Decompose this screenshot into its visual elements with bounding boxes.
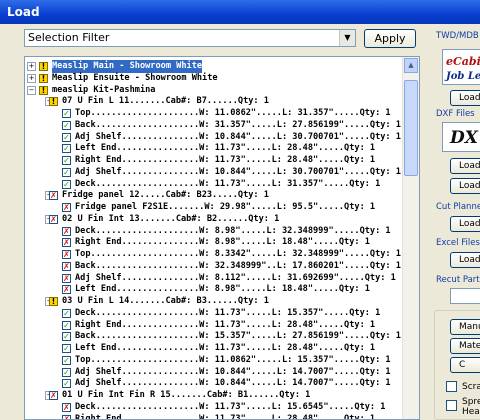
check-icon[interactable]: ✓ (62, 379, 71, 389)
check-icon[interactable]: ✓ (62, 156, 71, 165)
error-x-icon[interactable]: ✗ (62, 261, 71, 271)
error-x-icon[interactable]: ✗ (62, 273, 71, 283)
error-x-icon[interactable]: ✗ (62, 285, 71, 295)
excel-files-label: Excel Files (436, 238, 480, 248)
error-x-icon[interactable]: ✗ (49, 391, 58, 400)
check-icon[interactable]: ✓ (62, 344, 71, 353)
check-icon[interactable]: ✓ (62, 332, 71, 342)
tree-node[interactable]: ✗ Right End...............W: 11.73".....L… (25, 413, 403, 420)
ecabinet-logo-text: eCabin (446, 55, 480, 68)
load-excel-button[interactable]: Load (450, 252, 480, 268)
recut-part-label: Recut Part (436, 275, 480, 285)
check-icon[interactable]: ✓ (62, 179, 71, 189)
manual-button[interactable]: Manu (450, 319, 480, 335)
header-label: Head (462, 407, 480, 417)
error-x-icon[interactable]: ✗ (62, 414, 71, 419)
vertical-scrollbar[interactable]: ▲ (402, 57, 419, 419)
tree-node-label: Right End...............W: 11.73".....L:… (75, 413, 376, 420)
load-cut-planner-button[interactable]: Load (450, 216, 480, 232)
error-x-icon[interactable]: ✗ (62, 226, 71, 236)
dxf-files-label: DXF Files (436, 109, 475, 119)
c-button[interactable]: C (450, 357, 480, 373)
material-button[interactable]: Mater (450, 338, 480, 354)
error-x-icon[interactable]: ✗ (62, 402, 71, 412)
recut-part-input[interactable] (450, 288, 480, 304)
chevron-down-icon[interactable]: ▼ (339, 30, 355, 46)
error-x-icon[interactable]: ✗ (62, 250, 71, 259)
check-icon[interactable]: ✓ (62, 109, 71, 118)
window-title: Load (0, 0, 480, 24)
warning-icon: ! (39, 73, 48, 83)
scrap-label: Scrap (462, 382, 480, 392)
check-icon[interactable]: ✓ (62, 132, 71, 142)
cut-planner-label: Cut Planner (436, 202, 480, 212)
apply-button[interactable]: Apply (364, 29, 416, 48)
check-icon[interactable]: ✓ (62, 367, 71, 377)
check-icon[interactable]: ✓ (62, 320, 71, 330)
warning-icon: ! (49, 97, 58, 107)
twd-mdb-label: TWD/MDB (436, 31, 479, 41)
error-x-icon[interactable]: ✗ (49, 191, 58, 201)
check-icon[interactable]: ✓ (62, 355, 71, 365)
scroll-up-icon[interactable]: ▲ (404, 58, 418, 73)
error-x-icon[interactable]: ✗ (62, 203, 71, 212)
scrap-checkbox[interactable] (446, 381, 457, 392)
warning-icon: ! (39, 85, 48, 95)
warning-icon: ! (49, 297, 58, 306)
expand-icon[interactable]: + (27, 73, 36, 83)
load-twd-button[interactable]: Load (450, 90, 480, 106)
job-level-text: Job Lev (446, 71, 480, 82)
collapse-icon[interactable]: − (27, 85, 36, 95)
load-dxf-folder-button[interactable]: Load D (450, 178, 480, 194)
error-x-icon[interactable]: ✗ (62, 238, 71, 248)
check-icon[interactable]: ✓ (62, 144, 71, 154)
spreadsheet-header-checkbox[interactable] (446, 400, 457, 411)
warning-icon: ! (39, 62, 48, 71)
check-icon[interactable]: ✓ (62, 120, 71, 130)
load-dxf-button[interactable]: Load (450, 158, 480, 174)
check-icon[interactable]: ✓ (62, 167, 71, 177)
parts-tree[interactable]: ▲ +! Measlip Main - Showroom White +! Measl… (24, 56, 420, 420)
dxf-logo-text: DX (450, 128, 478, 148)
right-panel: TWD/MDB eCabin Job Lev Load DXF Files DX… (432, 24, 480, 420)
check-icon[interactable]: ✓ (62, 308, 71, 318)
scrollbar-thumb[interactable] (404, 80, 418, 176)
selection-filter-dropdown[interactable]: Selection Filter ▼ (24, 29, 356, 47)
expand-icon[interactable]: + (27, 62, 36, 71)
spreadsheet-label: Spree (462, 397, 480, 407)
selection-filter-value: Selection Filter (28, 31, 110, 44)
error-x-icon[interactable]: ✗ (49, 214, 58, 224)
